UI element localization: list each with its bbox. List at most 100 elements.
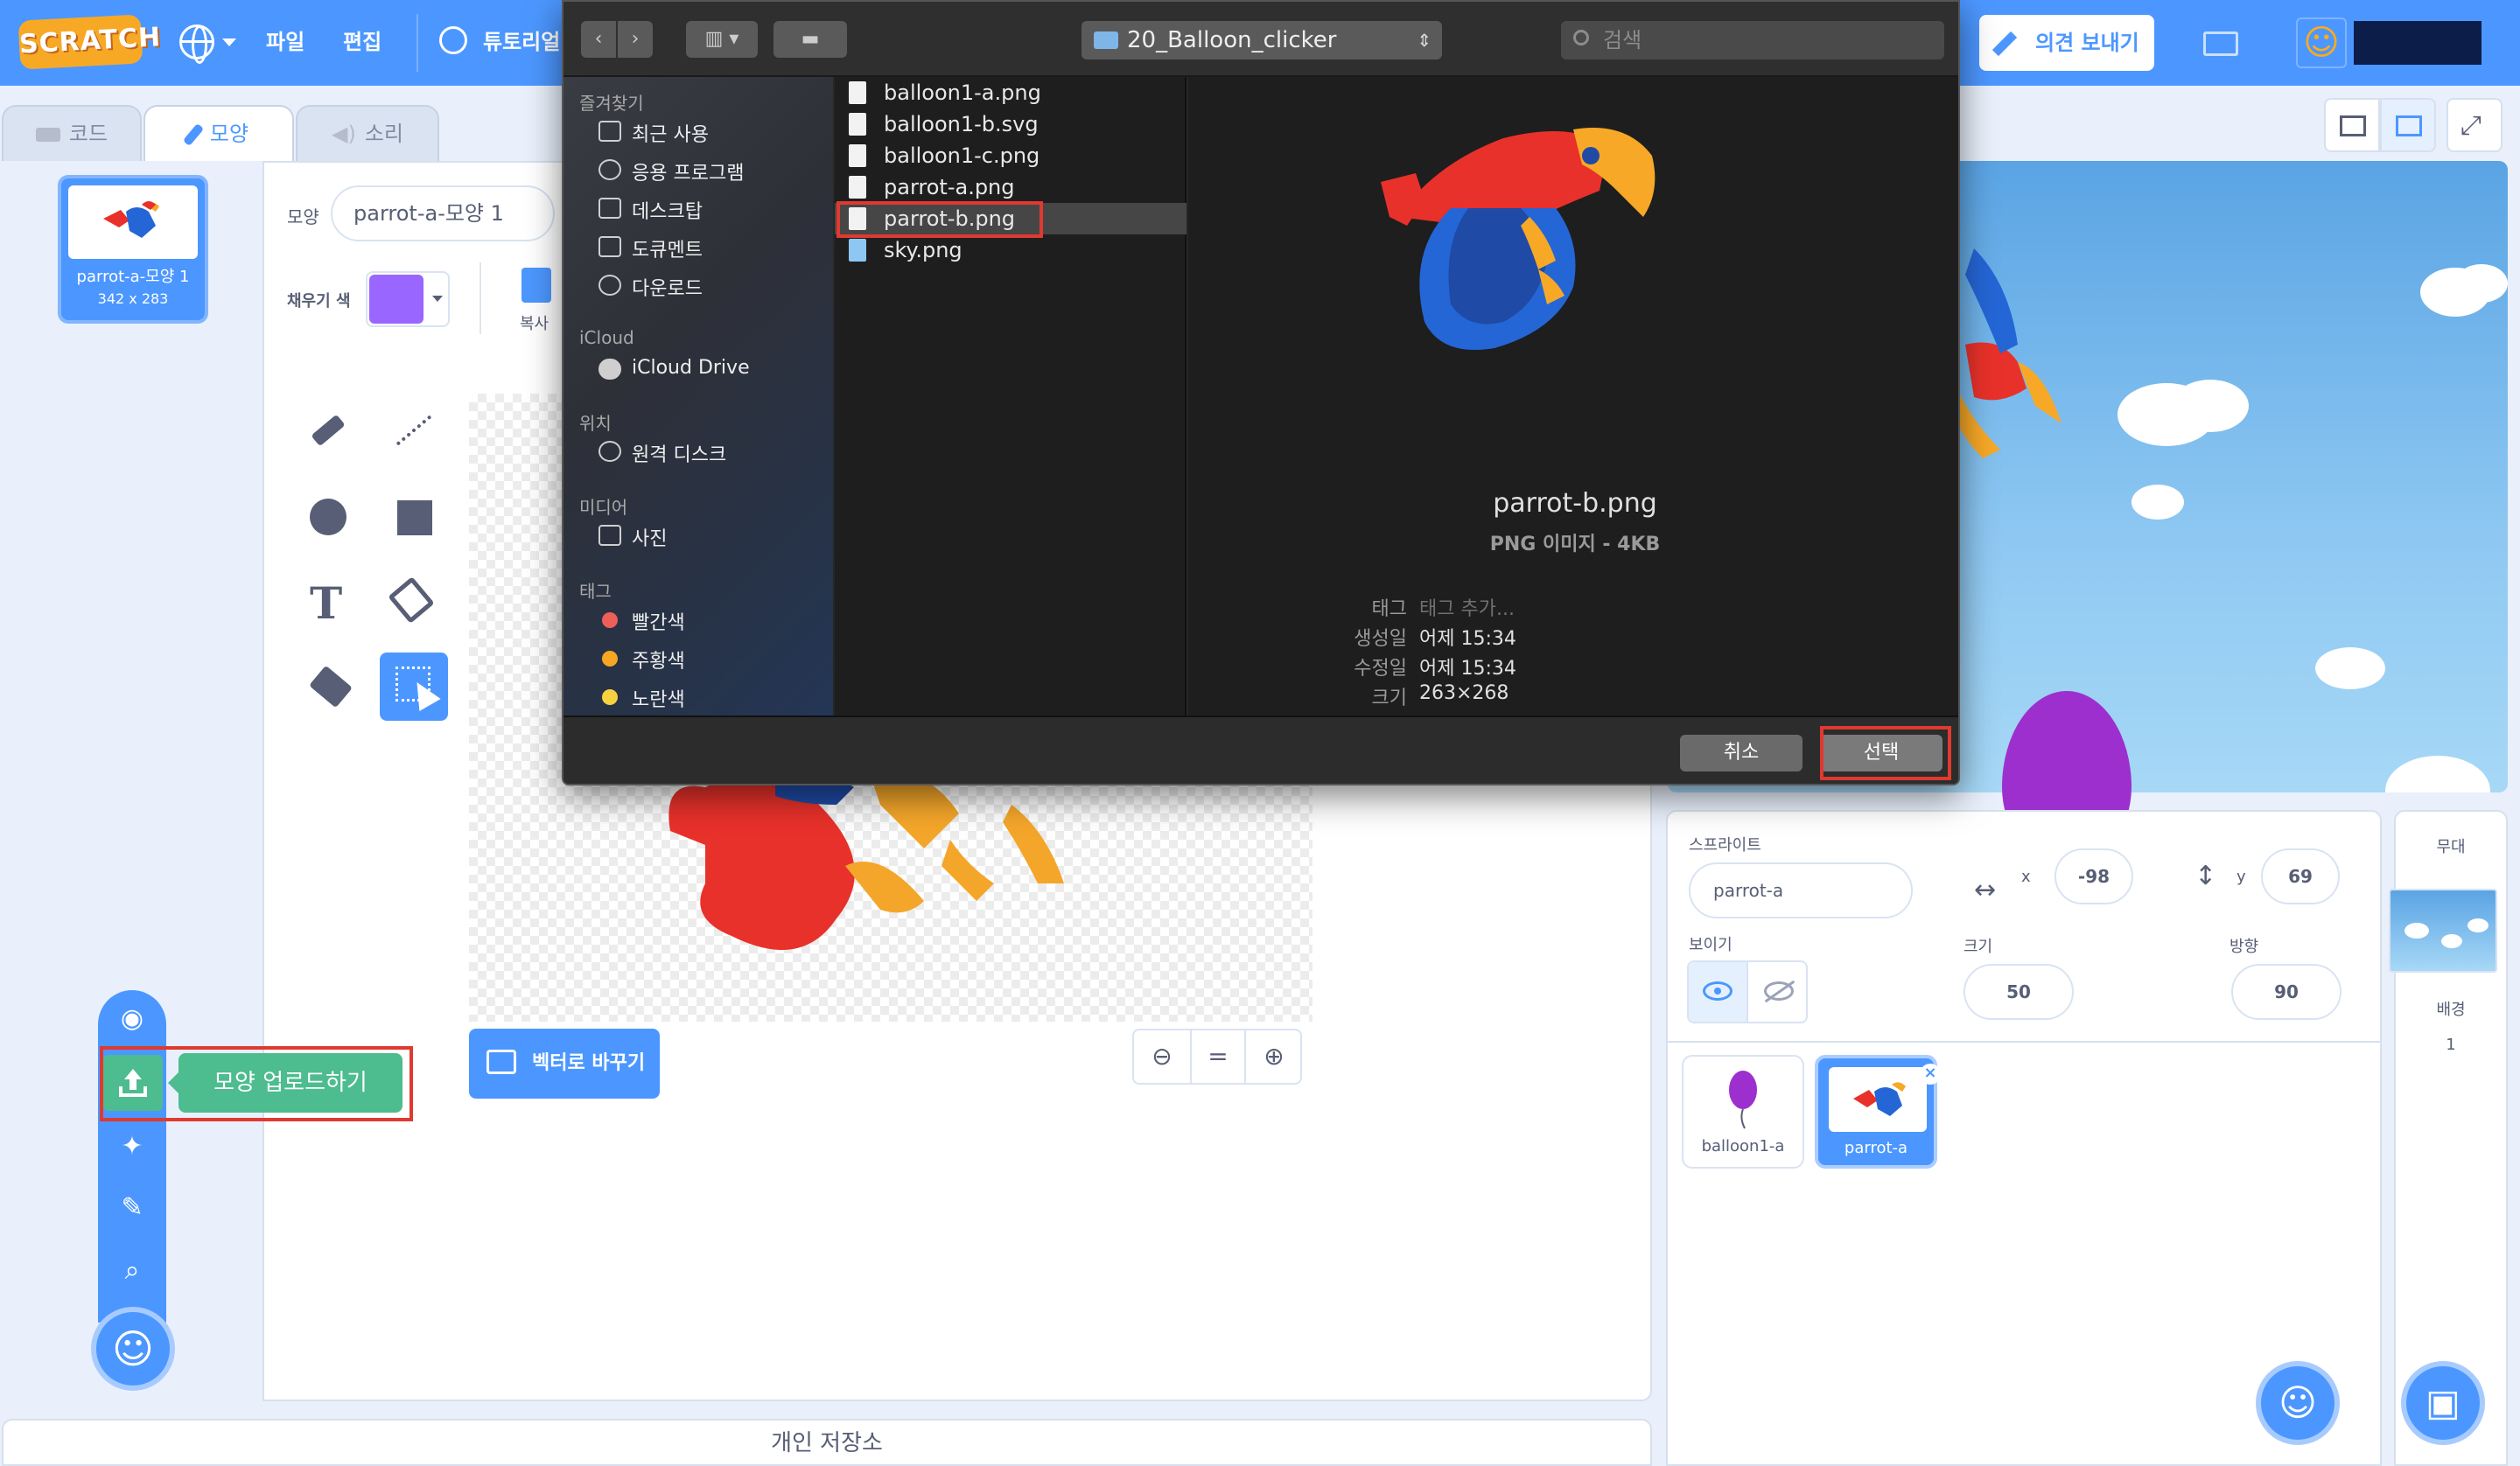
zoom-out-button[interactable]: ⊖ — [1134, 1030, 1190, 1083]
feedback-button[interactable]: 의견 보내기 — [1979, 15, 2154, 71]
file-item[interactable]: sky.png — [835, 234, 1186, 266]
choose-costume-button[interactable]: ☺ — [91, 1307, 175, 1391]
sidebar-item-tag-yellow[interactable]: 노란색 — [597, 684, 685, 712]
folder-icon — [1094, 31, 1118, 49]
avatar[interactable]: ☺ — [2296, 17, 2347, 68]
costume-name-input[interactable]: parrot-a-모양 1 — [331, 185, 555, 241]
eraser-tool[interactable] — [294, 654, 362, 723]
rectangle-tool[interactable] — [380, 483, 448, 551]
file-item[interactable]: balloon1-c.png — [835, 140, 1186, 171]
copy-icon[interactable] — [522, 268, 551, 303]
tags-heading: 태그 — [579, 581, 612, 602]
size-label: 크기 — [1964, 938, 1993, 956]
scratch-logo[interactable]: SCRATCH — [18, 14, 162, 70]
file-item[interactable]: parrot-a.png — [835, 171, 1186, 203]
camera-icon — [598, 525, 621, 546]
zoom-in-button[interactable]: ⊕ — [1246, 1030, 1302, 1083]
image-file-icon — [849, 176, 866, 199]
sidebar-item-desktop[interactable]: 데스크탑 — [597, 196, 703, 224]
search-button[interactable]: ⌕ — [98, 1240, 166, 1302]
add-tags-link[interactable]: 태그 추가... — [1419, 593, 1515, 621]
image-file-icon — [849, 144, 866, 167]
choose-sprite-button[interactable]: ☺ — [2256, 1361, 2340, 1445]
edit-menu[interactable]: 편집 — [343, 24, 382, 55]
new-folder-button[interactable]: ▬ — [774, 21, 847, 58]
circle-tool[interactable] — [294, 483, 362, 551]
cloud-icon — [598, 359, 621, 380]
tab-code-label: 코드 — [68, 122, 108, 146]
path-popup[interactable]: 20_Balloon_clicker ⇕ — [1082, 21, 1442, 59]
tab-sounds[interactable]: ◀) 소리 — [296, 105, 439, 161]
file-open-dialog: ‹ › ▥ ▾ ▬ 20_Balloon_clicker ⇕ 검색 즐겨찾기 최… — [562, 0, 1960, 785]
sidebar-item-tag-orange[interactable]: 주황색 — [597, 646, 685, 674]
costume-item[interactable]: 1 parrot-a-모양 1 342 x 283 — [58, 175, 208, 324]
x-label: x — [2021, 868, 2031, 886]
brush-tool[interactable] — [294, 397, 362, 465]
sidebar-item-photos[interactable]: 사진 — [597, 523, 667, 551]
file-menu[interactable]: 파일 — [266, 24, 304, 55]
file-item[interactable]: balloon1-b.svg — [835, 108, 1186, 140]
sidebar-item-tag-red[interactable]: 빨간색 — [597, 607, 685, 635]
search-input[interactable]: 검색 — [1561, 21, 1944, 59]
surprise-button[interactable]: ✦ — [98, 1116, 166, 1177]
sidebar-item-remote-disc[interactable]: 원격 디스크 — [597, 439, 726, 467]
file-name: balloon1-c.png — [884, 143, 1040, 168]
image-file-icon — [849, 113, 866, 136]
zoom-reset-button[interactable]: = — [1190, 1030, 1246, 1083]
x-input[interactable]: -98 — [2054, 848, 2133, 904]
applications-icon — [598, 159, 621, 180]
zoom-in-icon: ⊕ — [1264, 1042, 1284, 1071]
account-name-box[interactable] — [2354, 21, 2482, 65]
tags-key: 태그 — [1371, 598, 1407, 620]
tutorials-label: 튜토리얼 — [483, 30, 561, 54]
back-button[interactable]: ‹ — [581, 21, 616, 58]
sprite-tile-parrot-a[interactable]: parrot-a × — [1815, 1055, 1941, 1169]
camera-button[interactable]: ◉ — [98, 988, 166, 1050]
file-preview: parrot-b.png PNG 이미지 - 4KB 태그 태그 추가... 생… — [1188, 77, 1958, 716]
delete-sprite-button[interactable]: × — [1920, 1064, 1941, 1085]
sidebar-item-label: 주황색 — [632, 651, 685, 673]
convert-to-vector-button[interactable]: 벡터로 바꾸기 — [469, 1029, 660, 1099]
red-tag-icon — [602, 612, 618, 628]
sprite-name-label: 스프라이트 — [1689, 836, 1761, 855]
highlight-box-choose — [1820, 726, 1951, 780]
line-tool[interactable] — [380, 397, 448, 465]
direction-input[interactable]: 90 — [2231, 964, 2342, 1020]
paint-button[interactable]: ✎ — [98, 1177, 166, 1239]
select-tool[interactable] — [380, 653, 448, 721]
backdrops-count: 1 — [2446, 1036, 2456, 1054]
forward-button[interactable]: › — [618, 21, 653, 58]
chevron-updown-icon: ⇕ — [1417, 30, 1432, 51]
normal-stage-button[interactable] — [2380, 98, 2436, 152]
sidebar-item-label: 빨간색 — [632, 612, 685, 634]
tab-code[interactable]: 코드 — [2, 105, 142, 161]
y-input[interactable]: 69 — [2261, 848, 2340, 904]
backpack-bar[interactable]: 개인 저장소 — [2, 1419, 1652, 1466]
sprite-tile-balloon1-a[interactable]: balloon1-a — [1682, 1055, 1804, 1169]
fill-tool[interactable] — [380, 569, 448, 637]
sidebar-item-icloud-drive[interactable]: iCloud Drive — [597, 357, 750, 380]
choose-backdrop-button[interactable]: ▣ — [2401, 1361, 2485, 1445]
size-input[interactable]: 50 — [1964, 964, 2074, 1020]
sprite-name-input[interactable]: parrot-a — [1689, 862, 1913, 918]
sidebar-item-recents[interactable]: 최근 사용 — [597, 119, 709, 147]
file-item[interactable]: balloon1-a.png — [835, 77, 1186, 108]
tab-costumes[interactable]: 모양 — [144, 105, 294, 163]
show-button[interactable] — [1689, 962, 1748, 1022]
fill-color-picker[interactable] — [366, 271, 450, 327]
cancel-button[interactable]: 취소 — [1680, 735, 1802, 771]
brush-icon — [311, 414, 346, 447]
file-name: balloon1-b.svg — [884, 112, 1039, 136]
fullscreen-button[interactable]: ⤢ — [2446, 98, 2502, 152]
y-arrows-icon: ↕ — [2194, 861, 2217, 891]
search-icon — [1573, 30, 1589, 45]
sidebar-item-downloads[interactable]: 다운로드 — [597, 273, 703, 301]
lightbulb-icon — [439, 26, 467, 54]
view-mode-button[interactable]: ▥ ▾ — [686, 21, 758, 58]
my-stuff-folder-icon[interactable] — [2203, 31, 2238, 56]
modified-value: 어제 15:34 — [1419, 658, 1516, 680]
sidebar-item-applications[interactable]: 응용 프로그램 — [597, 157, 744, 185]
sidebar-item-documents[interactable]: 도큐멘트 — [597, 234, 703, 262]
text-tool[interactable]: T — [294, 569, 362, 637]
small-stage-button[interactable] — [2324, 98, 2380, 152]
